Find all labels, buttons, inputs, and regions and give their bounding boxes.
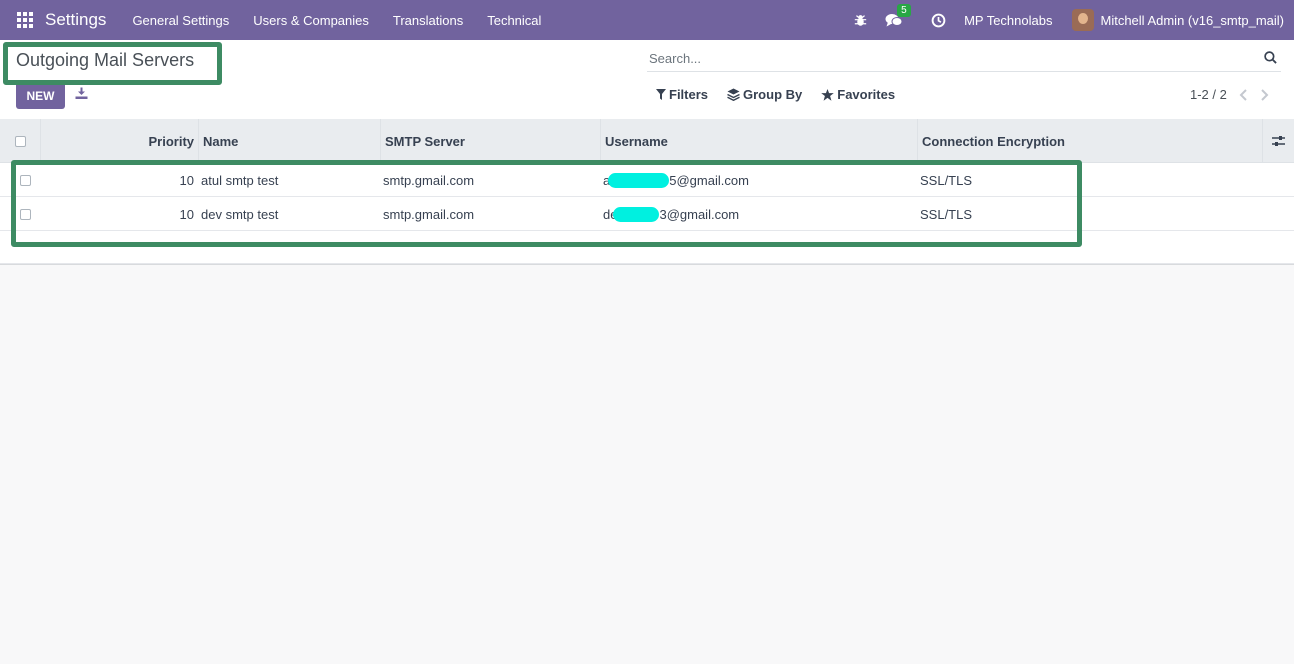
group-by-button[interactable]: Group By: [727, 87, 802, 102]
filter-icon: [656, 89, 666, 100]
search-bar: [647, 46, 1281, 72]
filters-label: Filters: [669, 87, 709, 102]
filters-button[interactable]: Filters: [656, 87, 708, 102]
chat-icon[interactable]: 5: [885, 3, 911, 28]
company-switcher[interactable]: MP Technolabs: [964, 13, 1052, 28]
column-header-connection-encryption[interactable]: Connection Encryption: [917, 119, 1262, 163]
list-header: Priority Name SMTP Server Username Conne…: [0, 119, 1294, 163]
pager: 1-2 / 2: [1190, 87, 1269, 102]
pager-previous-icon[interactable]: [1239, 88, 1248, 101]
search-options: Filters Group By Favorites: [656, 87, 914, 102]
search-icon[interactable]: [1264, 51, 1277, 67]
chat-count-badge: 5: [897, 3, 911, 17]
main-menu: General Settings Users & Companies Trans…: [120, 13, 553, 28]
layers-icon: [727, 88, 740, 101]
title-highlight-frame: [3, 42, 222, 85]
top-navbar: Settings General Settings Users & Compan…: [0, 0, 1294, 40]
menu-general-settings[interactable]: General Settings: [120, 13, 241, 28]
menu-translations[interactable]: Translations: [381, 13, 475, 28]
group-by-label: Group By: [743, 87, 803, 102]
star-icon: [821, 88, 835, 101]
pager-next-icon[interactable]: [1260, 88, 1269, 101]
apps-grid-icon[interactable]: [17, 12, 33, 28]
column-header-name[interactable]: Name: [198, 119, 380, 163]
list-footer: [0, 264, 1294, 265]
column-header-smtp-server[interactable]: SMTP Server: [380, 119, 600, 163]
user-avatar[interactable]: [1072, 9, 1095, 31]
new-button[interactable]: NEW: [16, 82, 65, 109]
user-menu[interactable]: Mitchell Admin (v16_smtp_mail): [1100, 13, 1284, 28]
clock-icon[interactable]: [931, 13, 946, 28]
pager-value[interactable]: 1-2 / 2: [1190, 87, 1227, 102]
favorites-button[interactable]: Favorites: [821, 87, 895, 102]
search-input[interactable]: [647, 51, 1247, 66]
bug-icon[interactable]: [854, 14, 867, 27]
menu-users-companies[interactable]: Users & Companies: [241, 13, 381, 28]
navbar-systray: 5 MP Technolabs Mitchell Admin (v16_smtp…: [854, 0, 1284, 40]
menu-technical[interactable]: Technical: [475, 13, 553, 28]
column-header-username[interactable]: Username: [600, 119, 917, 163]
rows-highlight-frame: [11, 160, 1082, 247]
select-all-cell: [0, 119, 40, 163]
app-brand[interactable]: Settings: [45, 10, 106, 30]
column-header-priority[interactable]: Priority: [40, 119, 198, 163]
sliders-icon[interactable]: [1272, 135, 1285, 147]
optional-columns-cell: [1262, 119, 1294, 163]
favorites-label: Favorites: [837, 87, 896, 102]
download-icon[interactable]: [75, 87, 88, 102]
select-all-checkbox[interactable]: [14, 135, 26, 147]
